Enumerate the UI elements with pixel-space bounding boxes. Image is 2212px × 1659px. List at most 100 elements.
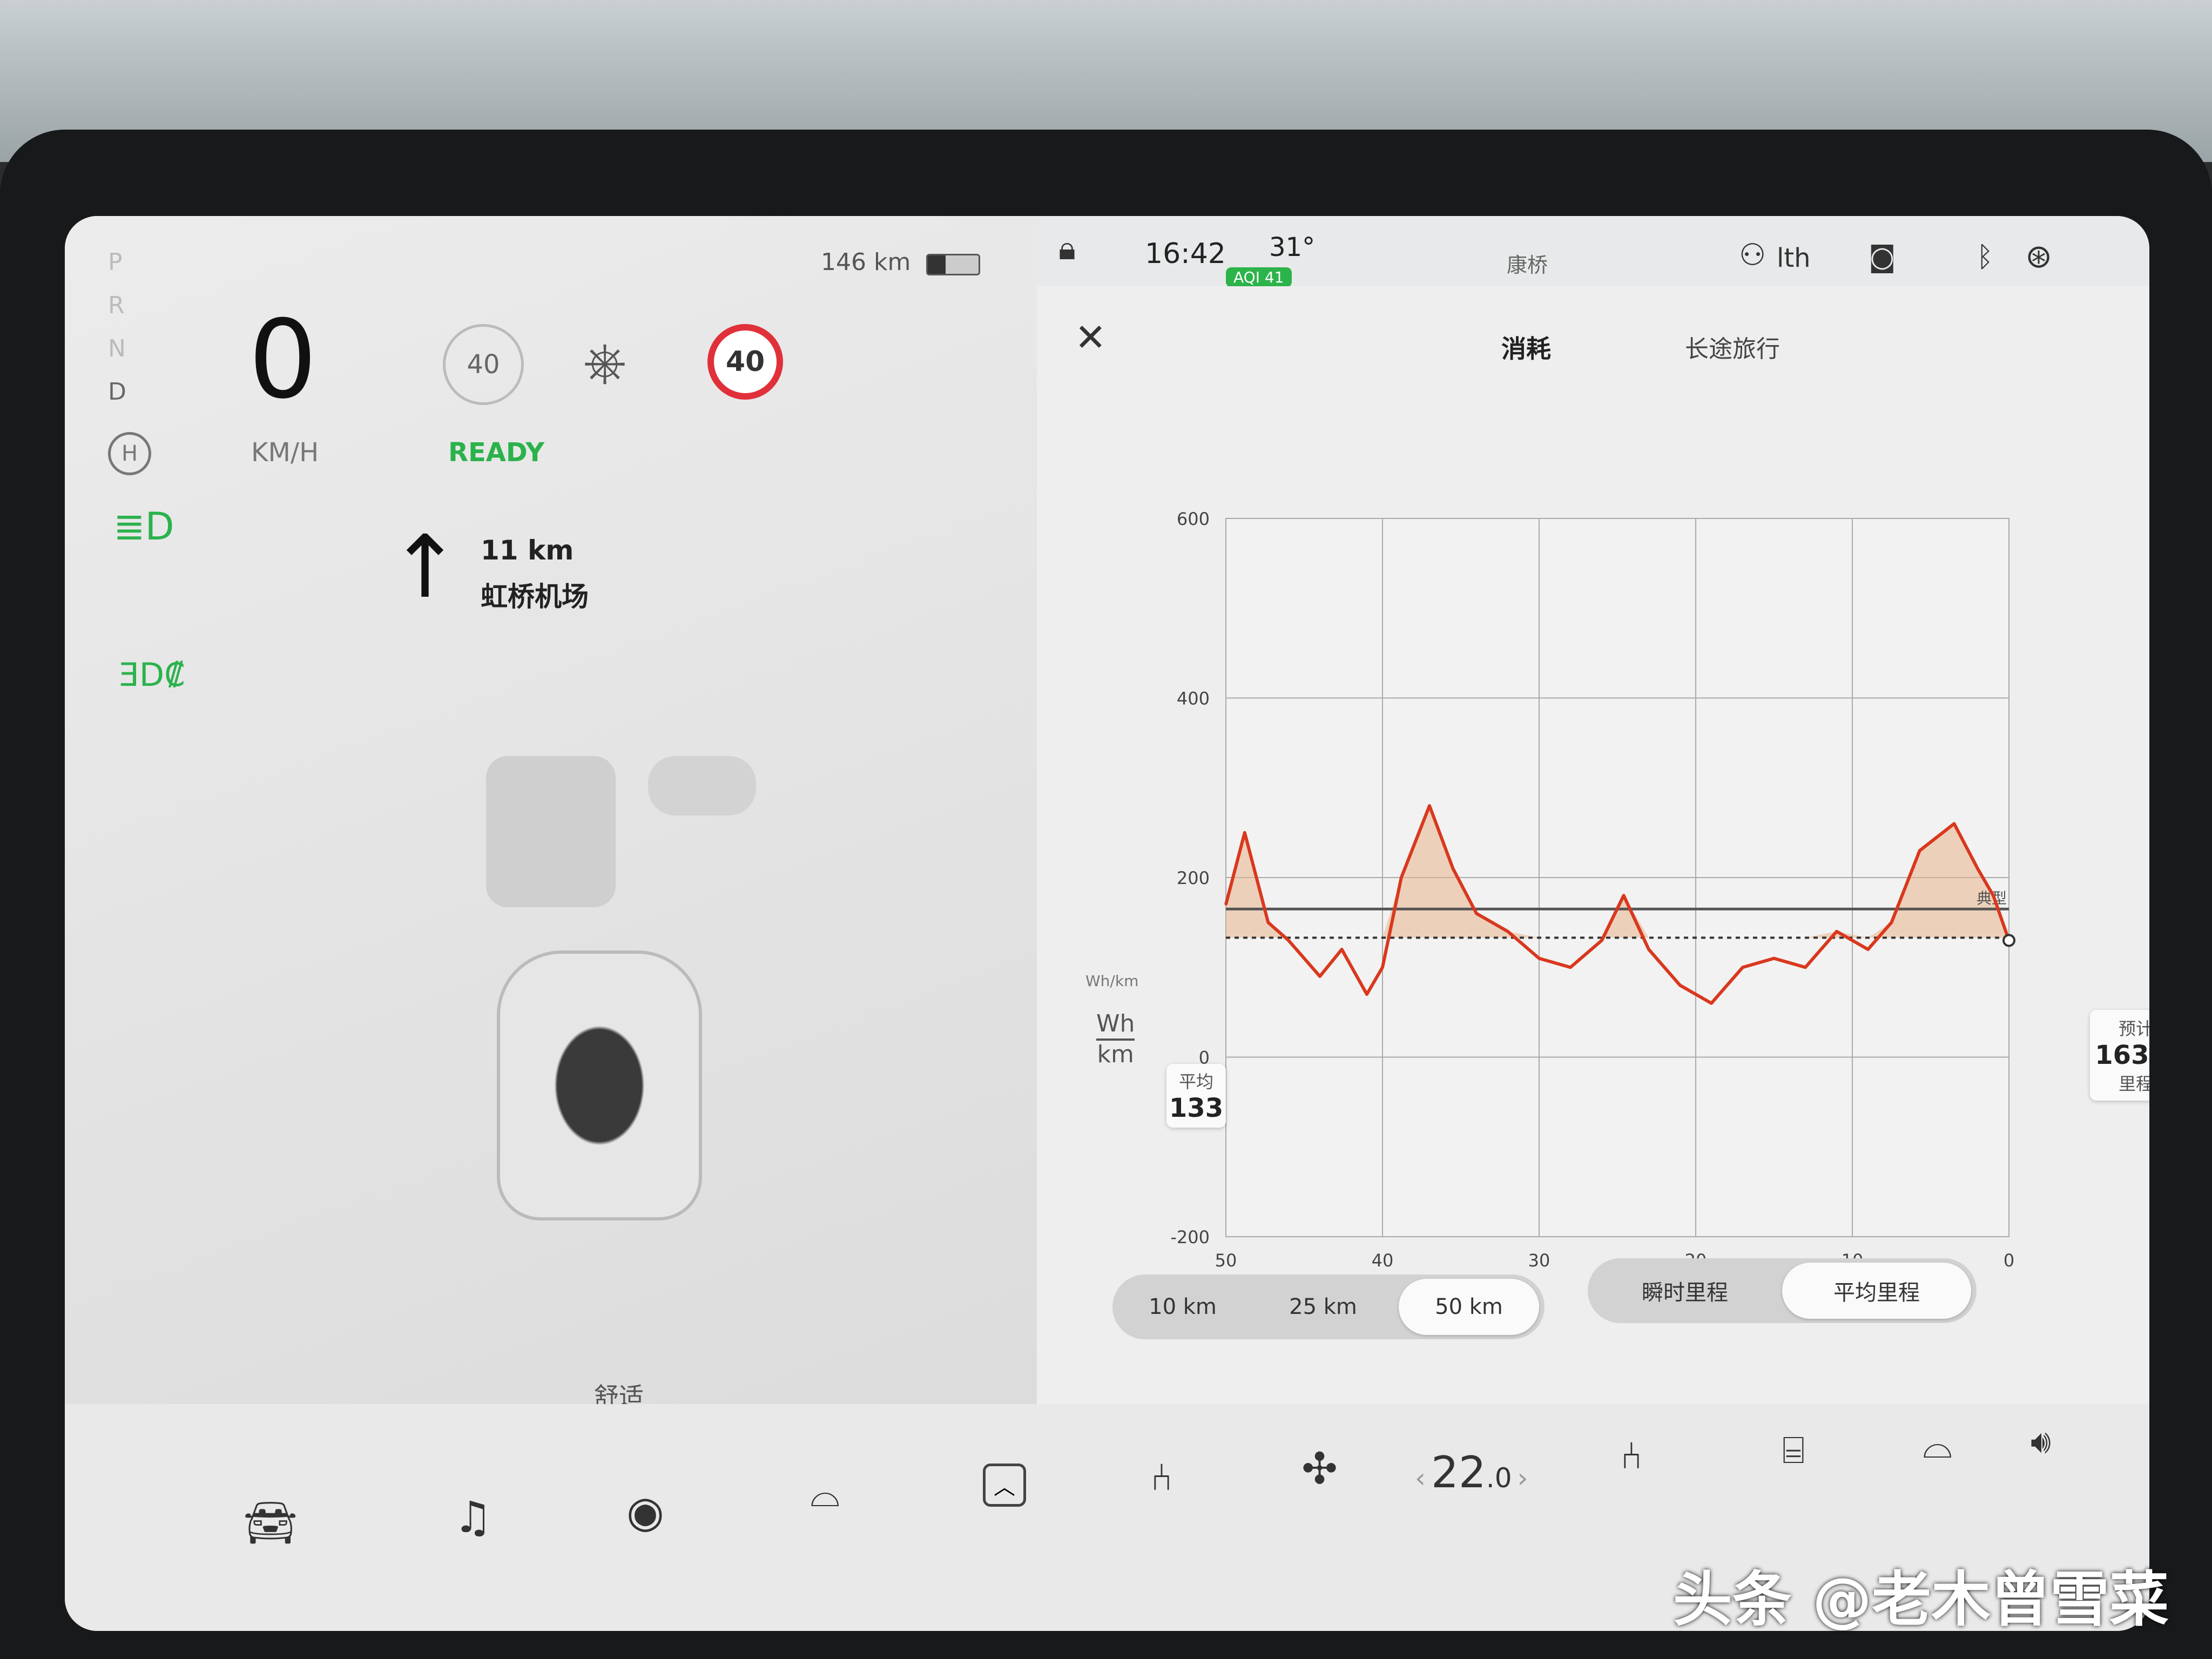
- y-tick-label: -200: [1170, 1227, 1210, 1247]
- temp-integer: 22: [1431, 1447, 1486, 1498]
- average-value: 133: [1169, 1093, 1224, 1123]
- map-place-label: 康桥: [1507, 253, 1548, 277]
- driver-seat-heat-icon[interactable]: ⑃: [1150, 1458, 1173, 1496]
- range-segmented-control: 10 km 25 km 50 km: [1112, 1274, 1545, 1339]
- consumption-chart: 6004002000-20050403020100典型: [1170, 509, 2015, 1271]
- watermark: 头条 @老木曾雪菜: [1673, 1565, 2169, 1634]
- average-range-button[interactable]: 平均里程: [1782, 1263, 1971, 1319]
- parking-lights-icon: ƎD₡: [119, 656, 185, 694]
- clock: 16:42: [1145, 238, 1226, 270]
- estimated-range-caption: 里程: [2118, 1074, 2149, 1094]
- gear-d: D: [108, 378, 126, 406]
- gear-p: P: [108, 248, 123, 276]
- nav-straight-arrow-icon: ↑: [389, 516, 462, 617]
- passenger-seat-heat-icon[interactable]: ⑃: [1620, 1437, 1643, 1474]
- aqi-badge: AQI 41: [1226, 267, 1292, 287]
- data-point: [1340, 948, 1343, 950]
- data-point: [1452, 867, 1454, 870]
- dashcam-icon[interactable]: ◙: [1869, 243, 1896, 271]
- x-tick-label: 50: [1215, 1250, 1237, 1271]
- y-tick-label: 400: [1177, 689, 1210, 709]
- mode-segmented-control: 瞬时里程 平均里程: [1588, 1258, 1977, 1323]
- data-point: [1867, 948, 1869, 950]
- status-bar: 🔒︎ 16:42 31° AQI 41 康桥 ⚇ lth ◙ ᛒ ⊛: [1037, 216, 2149, 287]
- temp-up-button[interactable]: ›: [1518, 1462, 1528, 1494]
- data-point: [1836, 930, 1838, 933]
- x-tick-label: 30: [1528, 1250, 1550, 1271]
- nav-destination: 虹桥机场: [481, 581, 589, 612]
- wiper-icon[interactable]: ⌓: [810, 1474, 840, 1512]
- cabin-temperature: ‹ 22.0 ›: [1415, 1447, 1528, 1498]
- passenger-airbag-icon: ⊛: [2025, 238, 2053, 275]
- profile-icon[interactable]: ⚇: [1739, 240, 1766, 271]
- speed-value: 0: [248, 297, 318, 423]
- music-icon[interactable]: ♫: [454, 1496, 493, 1539]
- fan-icon[interactable]: ✣: [1301, 1447, 1338, 1491]
- estimated-range-callout: 预计 163km 里程: [2090, 1010, 2149, 1101]
- average-callout: 平均 133: [1166, 1064, 1226, 1128]
- speed-limit-sign: 40: [707, 324, 783, 400]
- data-point: [1319, 975, 1321, 977]
- average-label: 平均: [1178, 1071, 1213, 1092]
- steering-wheel-icon[interactable]: ⎈: [583, 335, 626, 389]
- driving-panel: P R N D H ≣D ƎD₡ 0 KM/H 40 ⎈ 40 READY 14…: [65, 216, 1037, 1434]
- data-point: [1648, 948, 1650, 950]
- hold-icon: H: [108, 432, 151, 475]
- data-point: [1428, 805, 1431, 807]
- data-point: [1538, 957, 1540, 960]
- estimated-range-value: 163: [2095, 1040, 2149, 1070]
- estimated-label: 预计: [2118, 1019, 2149, 1039]
- gear-n: N: [108, 335, 126, 362]
- data-point: [1992, 894, 1994, 897]
- y-unit-top: Wh: [1096, 1010, 1135, 1041]
- range-25km-button[interactable]: 25 km: [1253, 1274, 1393, 1339]
- lock-icon[interactable]: 🔒︎: [1058, 232, 1076, 265]
- y-unit: Wh km: [1096, 1010, 1135, 1069]
- range-value: 146 km: [821, 248, 911, 276]
- data-point: [1918, 849, 1921, 852]
- data-point: [1679, 984, 1681, 987]
- data-point: [1225, 903, 1227, 906]
- data-point: [1400, 876, 1402, 879]
- battery-icon: [926, 254, 980, 275]
- data-point: [1773, 957, 1775, 960]
- set-speed[interactable]: 40: [443, 324, 524, 405]
- data-point: [1507, 930, 1509, 933]
- y-axis-label: Wh/km: [1085, 972, 1139, 990]
- data-point: [1267, 921, 1270, 924]
- ego-car: [497, 950, 702, 1220]
- touchscreen: P R N D H ≣D ƎD₡ 0 KM/H 40 ⎈ 40 READY 14…: [65, 216, 2149, 1631]
- instant-range-button[interactable]: 瞬时里程: [1588, 1258, 1782, 1323]
- profile-name[interactable]: lth: [1777, 243, 1811, 273]
- data-point: [1890, 921, 1893, 924]
- app-launcher-button[interactable]: ︿: [983, 1464, 1026, 1507]
- x-tick-label: 0: [2004, 1250, 2014, 1271]
- range-50km-button[interactable]: 50 km: [1399, 1279, 1539, 1335]
- speed-unit: KM/H: [251, 437, 319, 468]
- data-point: [1243, 831, 1246, 834]
- front-defrost-icon[interactable]: ⌓: [1923, 1426, 1952, 1464]
- gear-r: R: [108, 292, 125, 319]
- range-10km-button[interactable]: 10 km: [1112, 1274, 1253, 1339]
- rear-defrost-icon[interactable]: ⌸: [1782, 1431, 1805, 1469]
- temperature: 31°: [1269, 232, 1316, 262]
- x-tick-label: 40: [1372, 1250, 1394, 1271]
- data-point: [1381, 966, 1384, 969]
- data-point: [1622, 894, 1625, 897]
- data-point: [1366, 993, 1368, 996]
- volume-icon[interactable]: 🔊︎: [2031, 1426, 2051, 1458]
- bluetooth-icon[interactable]: ᛒ: [1977, 243, 1993, 271]
- nav-distance: 11 km: [481, 535, 574, 566]
- data-point: [1601, 939, 1603, 942]
- camera-icon[interactable]: ◉: [626, 1491, 664, 1534]
- data-point: [1475, 912, 1478, 915]
- energy-panel: ✕ 消耗 长途旅行 6004002000-20050403020100典型 Wh…: [1037, 286, 2149, 1404]
- temp-down-button[interactable]: ‹: [1415, 1462, 1426, 1494]
- data-point: [1742, 966, 1744, 969]
- data-point: [1804, 966, 1806, 969]
- car-icon[interactable]: 🚘︎: [243, 1501, 298, 1545]
- data-point: [1287, 939, 1290, 942]
- low-beam-icon: ≣D: [113, 504, 174, 549]
- temp-decimal: .0: [1486, 1462, 1512, 1494]
- data-point: [1569, 966, 1572, 969]
